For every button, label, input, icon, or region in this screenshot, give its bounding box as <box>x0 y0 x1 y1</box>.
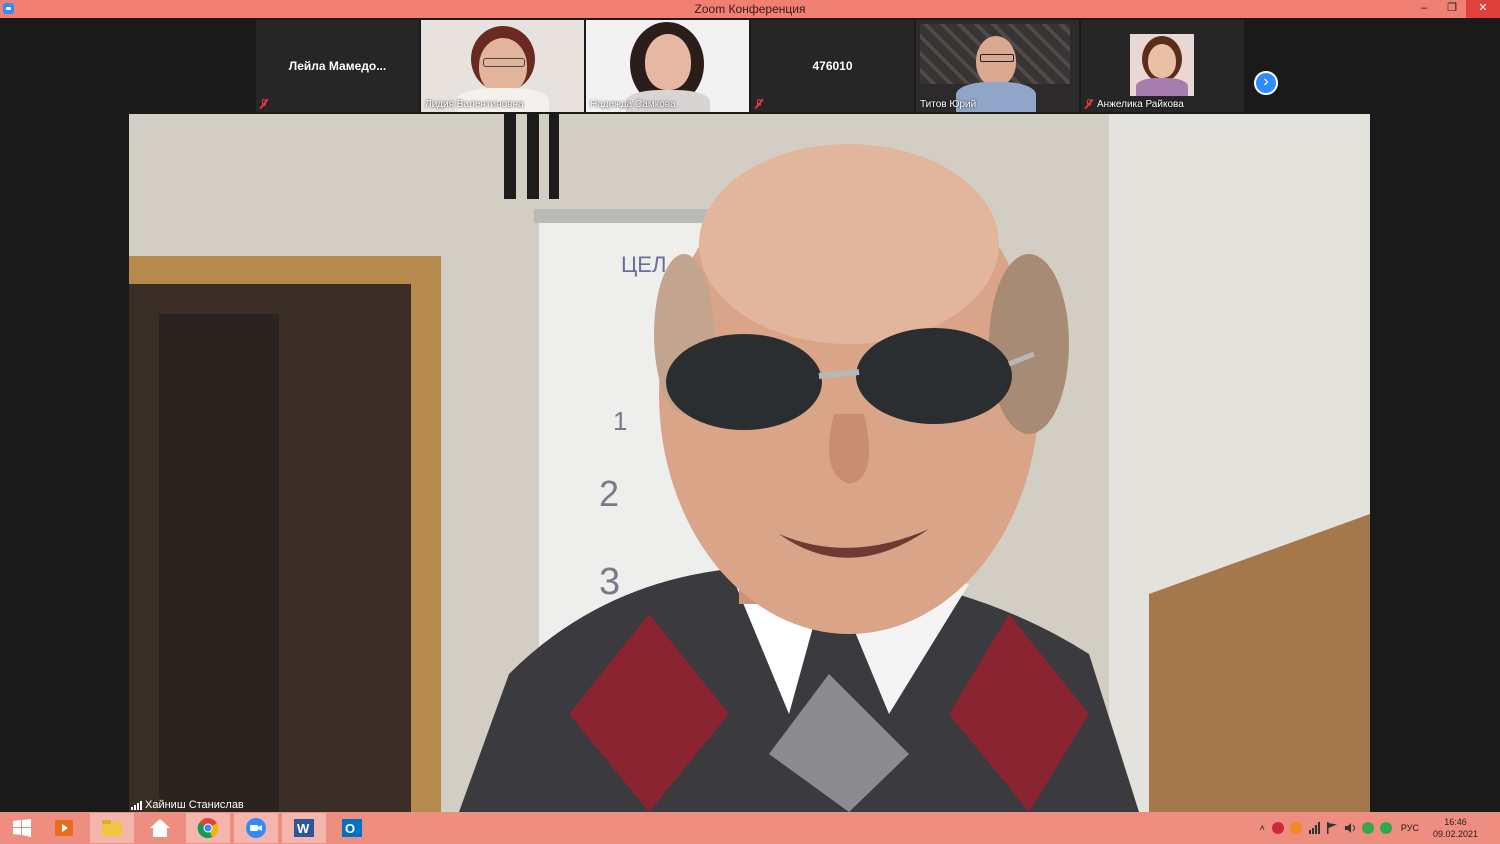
word-icon: W <box>294 819 314 837</box>
participant-name: Лейла Мамедо... <box>288 59 387 73</box>
participant-name: Анжелика Райкова <box>1097 99 1184 110</box>
restore-button[interactable]: ❐ <box>1438 0 1466 18</box>
updater-icon[interactable] <box>1289 822 1302 834</box>
taskbar-chrome[interactable] <box>186 813 230 843</box>
muted-mic-icon <box>260 99 268 109</box>
whiteboard-number: 3 <box>599 561 620 603</box>
network-icon[interactable] <box>1308 822 1320 834</box>
language-indicator[interactable]: РУС <box>1401 823 1419 833</box>
flag-icon[interactable] <box>1326 822 1338 834</box>
vent-slat <box>549 114 559 199</box>
antivirus-icon[interactable] <box>1271 822 1284 834</box>
minimize-button[interactable]: – <box>1410 0 1438 18</box>
taskbar-home[interactable] <box>138 813 182 843</box>
taskbar-zoom[interactable] <box>234 813 278 843</box>
outlook-icon: O <box>342 819 362 837</box>
security-icon[interactable] <box>1361 822 1374 834</box>
clock-date: 09.02.2021 <box>1432 829 1478 839</box>
tray-overflow-icon[interactable]: ˄ <box>1260 823 1265 833</box>
participant-strip: Лейла Мамедо... Лидия Валентиновна Надеж… <box>0 18 1500 114</box>
taskbar-media-player[interactable] <box>42 813 86 843</box>
media-player-icon <box>55 820 73 836</box>
participant-face <box>645 34 691 90</box>
windows-taskbar: W O ˄ РУС 16:46 09.02.2021 <box>0 812 1500 844</box>
home-icon <box>150 819 170 837</box>
muted-mic-icon <box>1085 99 1093 109</box>
participant-tile[interactable]: Лидия Валентиновна <box>421 20 584 112</box>
vent-slat <box>527 114 539 199</box>
muted-mic-icon <box>755 99 763 109</box>
speaker-scene: ЦЕЛ 1 2 3 <box>129 114 1370 812</box>
participant-tile[interactable]: Лейла Мамедо... <box>256 20 419 112</box>
active-speaker-name: Хайниш Станислав <box>145 799 244 811</box>
connection-signal-icon <box>131 800 142 810</box>
next-page-button[interactable]: › <box>1254 71 1278 95</box>
chrome-icon <box>197 818 219 838</box>
participant-tile[interactable]: 476010 <box>751 20 914 112</box>
participant-name: Титов Юрий <box>920 99 977 110</box>
whiteboard-number: 2 <box>599 473 619 514</box>
zoom-icon <box>246 818 266 838</box>
participant-body <box>1136 78 1188 96</box>
clock-time: 16:46 <box>1444 817 1467 827</box>
title-bar: Zoom Конференция – ❐ ✕ <box>0 0 1500 18</box>
whiteboard-number: 1 <box>613 406 627 436</box>
sunglass-lens <box>856 328 1012 424</box>
hair-side <box>989 254 1069 434</box>
taskbar-clock[interactable]: 16:46 09.02.2021 <box>1433 816 1478 840</box>
glasses-shape <box>483 58 525 67</box>
sunglass-lens <box>666 334 822 430</box>
close-button[interactable]: ✕ <box>1466 0 1500 18</box>
active-speaker-video: ЦЕЛ 1 2 3 Хайниш Станислав <box>129 114 1370 812</box>
folder-icon <box>102 820 122 836</box>
taskbar-word[interactable]: W <box>282 813 326 843</box>
active-speaker-label: Хайниш Станислав <box>131 799 244 811</box>
glasses-bridge <box>818 369 860 379</box>
vent-slat <box>504 114 516 199</box>
start-button[interactable] <box>0 813 44 843</box>
participant-tile[interactable]: Надежда Самкова <box>586 20 749 112</box>
system-tray: ˄ РУС 16:46 09.02.2021 <box>1260 812 1500 844</box>
participant-face <box>1148 44 1176 78</box>
volume-icon[interactable] <box>1344 822 1356 834</box>
windows-logo-icon <box>13 819 31 837</box>
participant-name: Лидия Валентиновна <box>425 99 524 110</box>
participant-tile[interactable]: Титов Юрий <box>916 20 1079 112</box>
door-interior <box>159 314 279 812</box>
window-title: Zoom Конференция <box>694 2 806 16</box>
check-icon[interactable] <box>1379 822 1392 834</box>
svg-text:W: W <box>297 821 310 836</box>
participant-name: 476010 <box>812 59 853 73</box>
whiteboard-heading: ЦЕЛ <box>621 252 666 277</box>
participant-name: Надежда Самкова <box>590 99 676 110</box>
taskbar-file-explorer[interactable] <box>90 813 134 843</box>
taskbar-outlook[interactable]: O <box>330 813 374 843</box>
svg-text:O: O <box>345 821 355 836</box>
participant-tile[interactable]: Анжелика Райкова <box>1081 20 1244 112</box>
participant-video <box>1130 34 1194 96</box>
glasses-shape <box>980 54 1014 62</box>
forehead <box>699 144 999 344</box>
